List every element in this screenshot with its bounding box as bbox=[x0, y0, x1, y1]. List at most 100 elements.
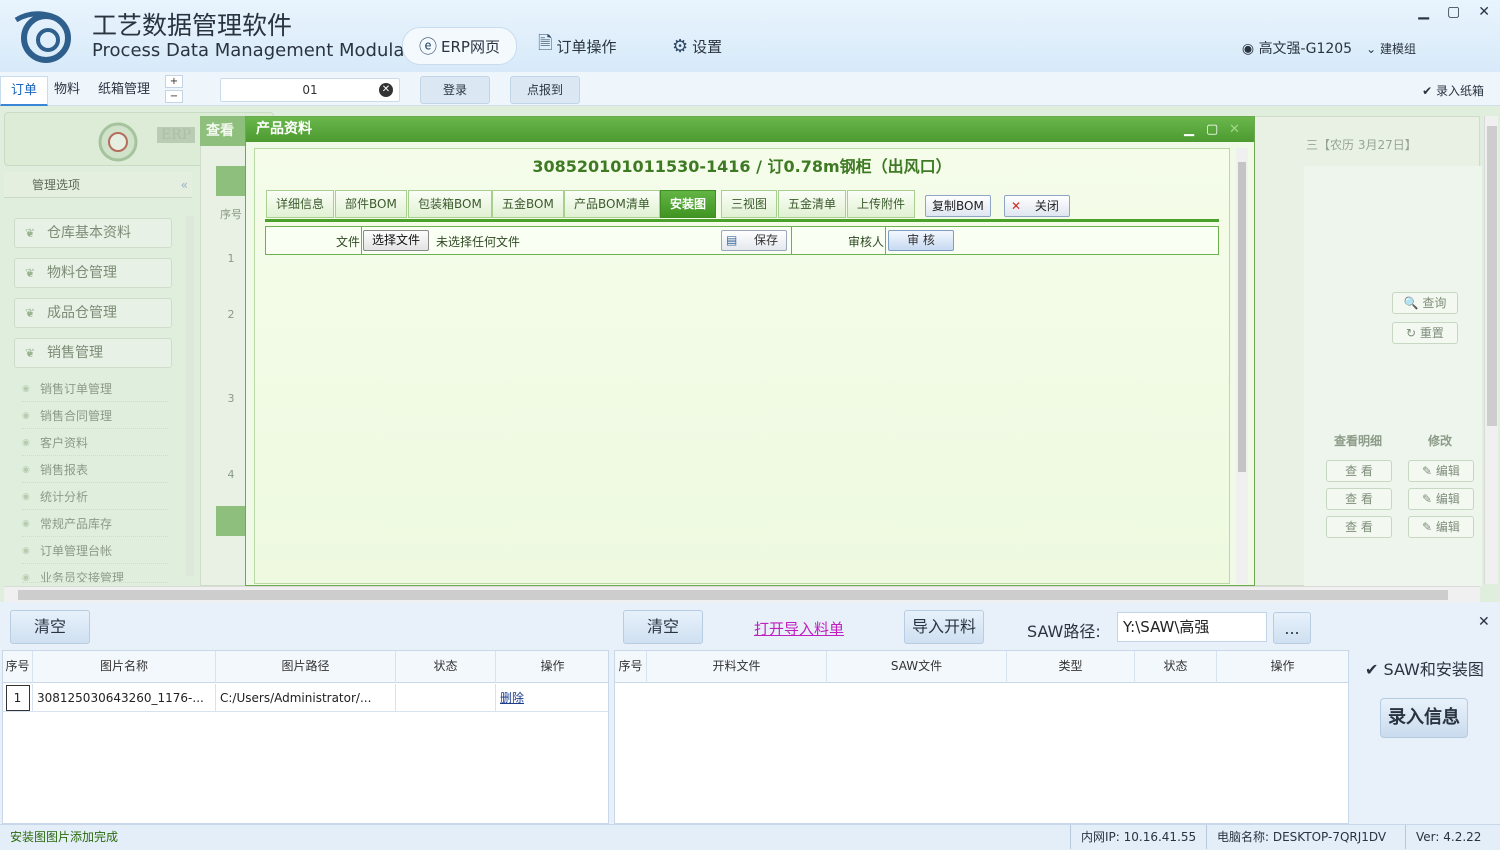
browse-button[interactable]: ... bbox=[1273, 612, 1311, 644]
edit-button[interactable]: ✎ 编辑 bbox=[1408, 516, 1474, 538]
user-name-label: 高文强-G1205 bbox=[1258, 41, 1353, 57]
open-import-link[interactable]: 打开导入料单 bbox=[754, 618, 844, 639]
erp-badge-icon bbox=[98, 122, 138, 162]
app-logo-icon bbox=[14, 11, 71, 63]
copy-bom-button[interactable]: 复制BOM bbox=[925, 195, 991, 217]
sidebar-scrollbar[interactable] bbox=[186, 216, 194, 576]
maximize-icon[interactable]: ▢ bbox=[1447, 4, 1460, 20]
edit-label: 编辑 bbox=[1435, 520, 1460, 534]
scroll-thumb[interactable] bbox=[1238, 162, 1246, 472]
side-sub-item[interactable]: 订单管理台帐 bbox=[22, 538, 168, 564]
window-controls: ▁ ▢ ✕ bbox=[1418, 4, 1490, 20]
tab-material[interactable]: 物料 bbox=[44, 76, 90, 106]
ie-icon: ⓔ bbox=[419, 37, 437, 58]
collapse-icon[interactable]: « bbox=[181, 172, 188, 198]
tab-details[interactable]: 详细信息 bbox=[266, 190, 335, 218]
nav-erp-web[interactable]: ⓔ ERP网页 bbox=[402, 27, 517, 65]
side-section-product[interactable]: 成品仓管理 bbox=[14, 298, 172, 328]
install-drawing-form: 文件 选择文件 未选择任何文件 ▤ 保存 审核人 审 核 bbox=[265, 226, 1219, 255]
maximize-icon[interactable]: ▢ bbox=[1206, 117, 1218, 142]
delete-link[interactable]: 删除 bbox=[500, 691, 524, 705]
tab-carton-bom[interactable]: 包装箱BOM bbox=[408, 190, 492, 218]
close-icon[interactable]: ✕ bbox=[1478, 614, 1490, 630]
record-info-button[interactable]: 录入信息 bbox=[1380, 698, 1468, 738]
checkin-button[interactable]: 点报到 bbox=[510, 76, 580, 104]
reset-button[interactable]: ↻ 重置 bbox=[1392, 322, 1458, 344]
side-sub-item[interactable]: 常规产品库存 bbox=[22, 511, 168, 537]
tab-order[interactable]: 订单 bbox=[0, 76, 49, 106]
close-icon[interactable]: ✕ bbox=[1229, 117, 1240, 142]
close-icon[interactable]: ✕ bbox=[1478, 4, 1490, 20]
dialog-scrollbar[interactable] bbox=[1236, 148, 1248, 584]
side-sub-item[interactable]: 统计分析 bbox=[22, 484, 168, 510]
choose-file-button[interactable]: 选择文件 bbox=[363, 230, 430, 251]
side-sub-item[interactable]: 销售合同管理 bbox=[22, 403, 168, 429]
tab-carton[interactable]: 纸箱管理 bbox=[88, 76, 160, 106]
plus-button[interactable]: + bbox=[165, 75, 183, 88]
clear-right-button[interactable]: 清空 bbox=[623, 610, 703, 644]
audit-button[interactable]: 审 核 bbox=[888, 230, 954, 251]
edit-button[interactable]: ✎ 编辑 bbox=[1408, 488, 1474, 510]
login-button[interactable]: 登录 bbox=[420, 76, 490, 104]
saw-path-input[interactable]: Y:\SAW\高强 bbox=[1117, 612, 1267, 642]
app-title: 工艺数据管理软件 bbox=[92, 11, 293, 40]
search-value: 01 bbox=[302, 83, 318, 97]
view-button[interactable]: 查 看 bbox=[1326, 516, 1392, 538]
tab-upload-attachment[interactable]: 上传附件 bbox=[847, 190, 916, 218]
side-section-sales[interactable]: 销售管理 bbox=[14, 338, 172, 368]
tab-part-bom[interactable]: 部件BOM bbox=[335, 190, 407, 218]
scroll-thumb[interactable] bbox=[18, 590, 1448, 600]
background-row-number: 2 bbox=[227, 308, 235, 321]
scroll-thumb[interactable] bbox=[1487, 126, 1497, 426]
tab-install-drawing[interactable]: 安装图 bbox=[660, 190, 717, 218]
table-row[interactable]: 1 308125030643260_1176-... C:/Users/Admi… bbox=[3, 684, 608, 712]
tab-underline bbox=[265, 219, 1219, 222]
tab-hardware-list[interactable]: 五金清单 bbox=[778, 190, 847, 218]
view-button[interactable]: 查 看 bbox=[1326, 488, 1392, 510]
col-header: SAW文件 bbox=[827, 651, 1007, 683]
close-button[interactable]: ✕ 关闭 bbox=[1004, 195, 1070, 217]
col-header: 操作 bbox=[540, 659, 565, 673]
side-sub-item[interactable]: 销售报表 bbox=[22, 457, 168, 483]
clear-left-button[interactable]: 清空 bbox=[10, 610, 90, 644]
edit-button[interactable]: ✎ 编辑 bbox=[1408, 460, 1474, 482]
tab-product-bom-list[interactable]: 产品BOM清单 bbox=[564, 190, 660, 218]
file-status: 未选择任何文件 bbox=[436, 235, 521, 249]
user-group[interactable]: ⌄ 建模组 bbox=[1366, 40, 1416, 57]
status-bar: 安装图图片添加完成 内网IP: 10.16.41.55 电脑名称: DESKTO… bbox=[0, 824, 1500, 850]
main-vertical-scrollbar[interactable] bbox=[1484, 116, 1498, 584]
view-button[interactable]: 查 看 bbox=[1326, 460, 1392, 482]
search-input[interactable]: 01 ✕ bbox=[220, 78, 400, 102]
nav-order-ops[interactable]: 🗎 订单操作 bbox=[522, 27, 633, 65]
action-cell: 删除 bbox=[496, 684, 608, 712]
cell-divider bbox=[885, 227, 886, 254]
user-group-label: 建模组 bbox=[1379, 41, 1416, 56]
gear-icon: ⚙ bbox=[672, 35, 689, 57]
side-section-warehouse[interactable]: 仓库基本资料 bbox=[14, 218, 172, 248]
col-header: 状态 bbox=[396, 651, 496, 683]
row-number-cell: 1 bbox=[3, 684, 33, 712]
save-button[interactable]: ▤ 保存 bbox=[721, 230, 787, 251]
nav-settings-label: 设置 bbox=[692, 37, 723, 56]
query-label: 查询 bbox=[1422, 296, 1447, 310]
tab-three-views[interactable]: 三视图 bbox=[721, 190, 778, 218]
image-grid: 序号 图片名称 图片路径 状态 操作 1 308125030643260_117… bbox=[2, 650, 609, 824]
query-button[interactable]: 🔍 查询 bbox=[1392, 292, 1458, 314]
minimize-icon[interactable]: ▁ bbox=[1184, 117, 1194, 142]
tab-hardware-bom[interactable]: 五金BOM bbox=[492, 190, 564, 218]
nav-settings[interactable]: ⚙ 设置 bbox=[656, 27, 738, 65]
saw-and-install-checkbox[interactable]: ✔ SAW和安装图 bbox=[1365, 656, 1484, 680]
minimize-icon[interactable]: ▁ bbox=[1418, 4, 1429, 20]
import-cut-button[interactable]: 导入开料 bbox=[904, 610, 984, 644]
side-sub-item[interactable]: 客户资料 bbox=[22, 430, 168, 456]
user-name[interactable]: ◉ 高文强-G1205 bbox=[1242, 38, 1352, 58]
main-horizontal-scrollbar[interactable] bbox=[4, 586, 1480, 602]
record-box-toggle[interactable]: ✔ 录入纸箱 bbox=[1422, 82, 1484, 99]
clear-icon[interactable]: ✕ bbox=[379, 83, 393, 97]
title-bar: 工艺数据管理软件 Process Data Management Modular… bbox=[0, 0, 1500, 72]
side-sub-item[interactable]: 业务员交接管理 bbox=[22, 565, 168, 583]
minus-button[interactable]: − bbox=[165, 90, 183, 103]
col-header: 图片路径 bbox=[216, 651, 396, 683]
side-sub-item[interactable]: 销售订单管理 bbox=[22, 376, 168, 402]
side-section-material[interactable]: 物料仓管理 bbox=[14, 258, 172, 288]
